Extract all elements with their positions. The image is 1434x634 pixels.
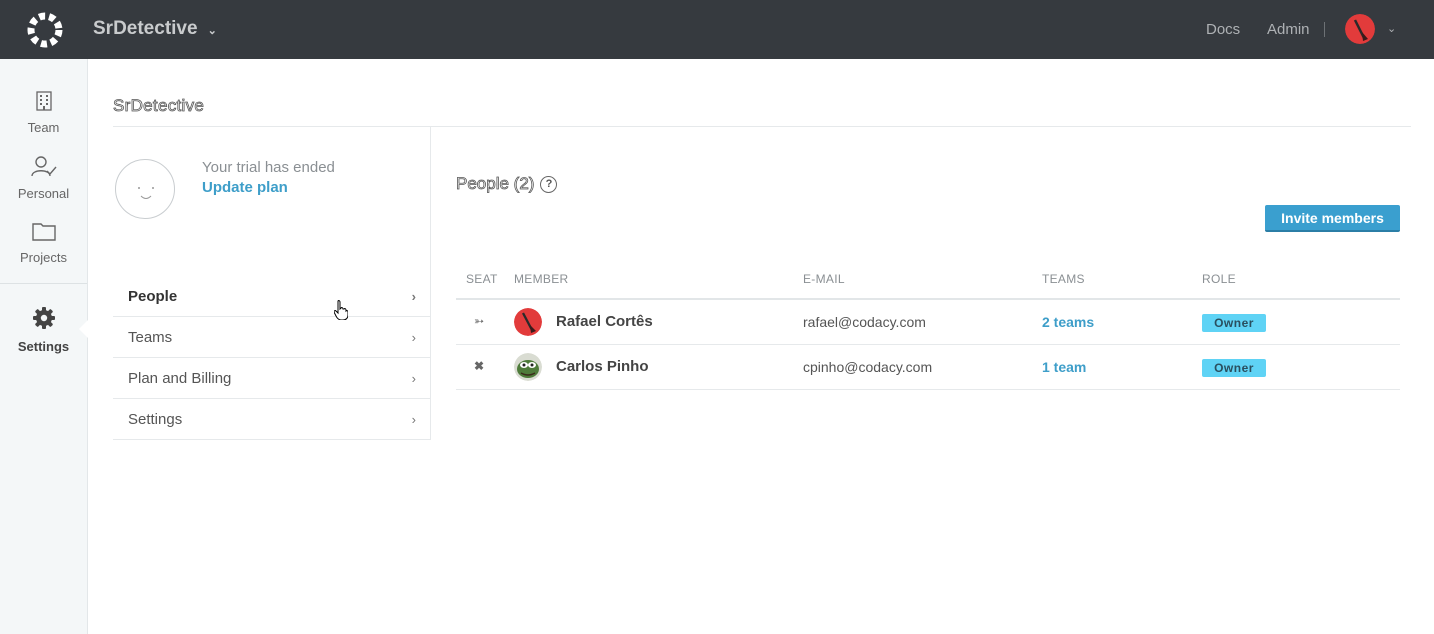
member-name: Carlos Pinho [556,358,649,375]
codacy-logo-icon[interactable] [26,11,64,49]
member-email: rafael@codacy.com [803,314,926,330]
update-plan-link[interactable]: Update plan [202,179,288,196]
menu-item-teams[interactable]: Teams › [113,317,430,358]
people-heading: People (2) ? [456,174,558,194]
sign-out-icon[interactable]: ➳ [474,314,484,328]
row-divider [456,344,1400,345]
title-divider [113,126,1411,127]
menu-item-label: Teams [128,328,173,346]
people-title: People (2) [456,174,535,194]
member-avatar [514,308,542,336]
user-check-icon [30,156,57,177]
column-header-email: E-MAIL [803,272,845,286]
column-header-seat: SEAT [466,272,498,286]
nav-label-team: Team [27,120,60,135]
user-avatar[interactable] [1345,14,1375,44]
menu-item-label: Plan and Billing [128,369,232,387]
column-divider [430,127,431,440]
column-header-member: MEMBER [514,272,569,286]
org-avatar [115,159,175,219]
nav-item-settings[interactable]: Settings [0,306,87,354]
member-email: cpinho@codacy.com [803,359,933,375]
org-switcher[interactable]: SrDetective ⌄ [93,18,217,40]
menu-item-plan-billing[interactable]: Plan and Billing › [113,358,430,399]
active-nav-indicator [79,320,88,338]
role-badge: Owner [1202,314,1266,332]
role-badge: Owner [1202,359,1266,377]
table-header-divider [456,298,1400,300]
chevron-right-icon: › [411,289,416,304]
left-nav: Team Personal Projects Settings [0,59,88,634]
member-teams-link[interactable]: 1 team [1042,359,1086,375]
help-icon[interactable]: ? [540,175,558,193]
page-title: SrDetective [113,96,205,116]
nav-item-projects[interactable]: Projects [0,222,87,265]
admin-link[interactable]: Admin [1267,21,1310,38]
menu-item-label: Settings [128,410,183,428]
row-divider [456,389,1400,390]
close-icon[interactable]: ✖ [474,359,484,373]
chevron-right-icon: › [411,412,416,427]
nav-item-team[interactable]: Team [0,91,87,135]
nav-label-personal: Personal [17,186,70,201]
org-name: SrDetective [93,18,198,39]
header-divider [1324,22,1325,37]
member-name: Rafael Cortês [556,313,653,330]
docs-link[interactable]: Docs [1206,21,1240,38]
nav-label-projects: Projects [20,250,67,265]
gear-icon [32,307,55,329]
column-header-role: ROLE [1202,272,1236,286]
trial-status: Your trial has ended [202,159,335,176]
chevron-down-icon: ⌄ [207,25,217,37]
top-bar: SrDetective ⌄ Docs Admin ⌄ [0,0,1434,59]
menu-item-label: People [128,287,178,305]
nav-divider [0,283,87,284]
member-teams-link[interactable]: 2 teams [1042,314,1094,330]
folder-icon [31,223,56,241]
menu-item-people[interactable]: People › [113,276,430,317]
settings-menu: People › Teams › Plan and Billing › Sett… [113,276,430,440]
nav-label-settings: Settings [17,339,70,354]
menu-item-settings[interactable]: Settings › [113,399,430,440]
column-header-teams: TEAMS [1042,272,1085,286]
nav-item-personal[interactable]: Personal [0,155,87,201]
hand-cursor-icon [334,300,348,320]
building-icon [35,91,52,111]
member-avatar [514,353,542,381]
chevron-down-icon[interactable]: ⌄ [1387,22,1396,35]
invite-members-button[interactable]: Invite members [1265,205,1400,232]
chevron-right-icon: › [411,371,416,386]
chevron-right-icon: › [411,330,416,345]
smiley-icon [138,187,154,199]
